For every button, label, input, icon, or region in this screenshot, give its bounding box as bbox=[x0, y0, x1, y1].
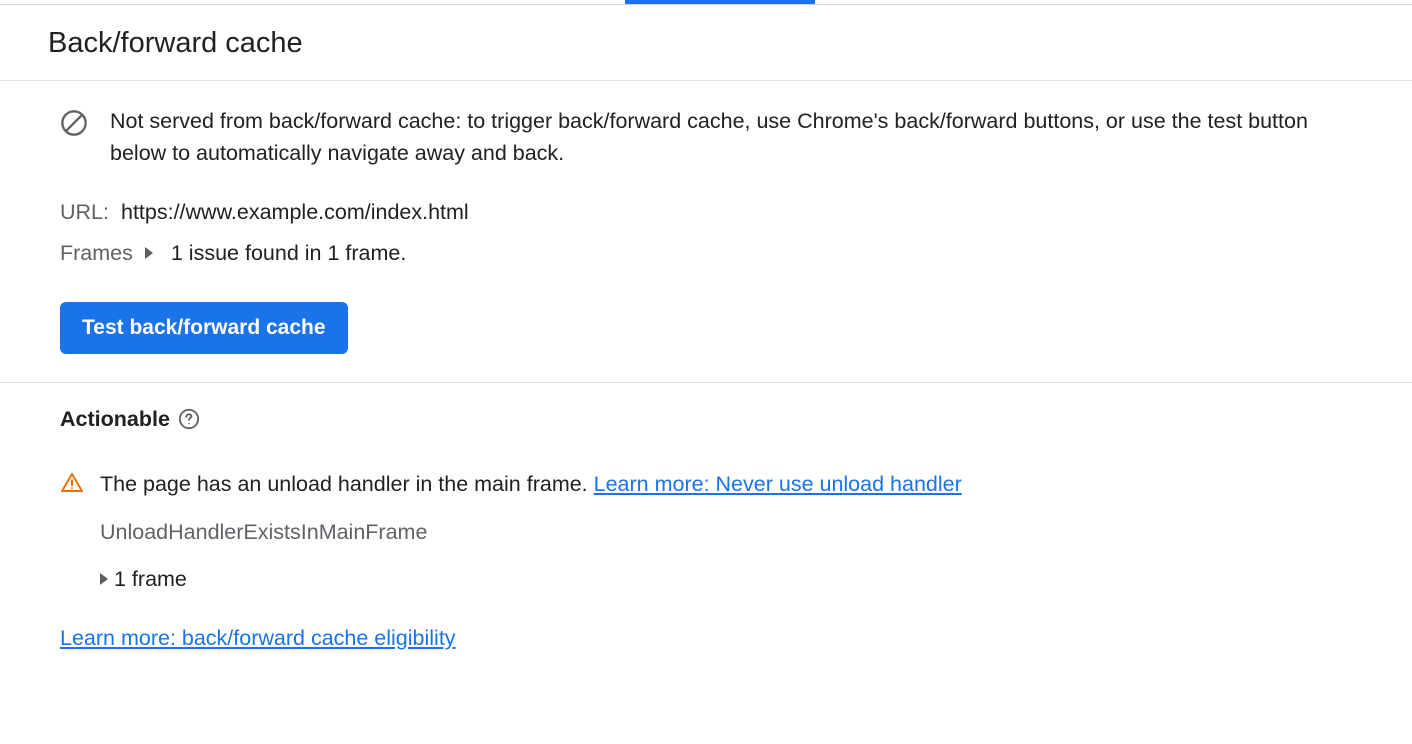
panel-title: Back/forward cache bbox=[48, 27, 1364, 60]
frames-label: Frames bbox=[60, 241, 133, 266]
status-message: Not served from back/forward cache: to t… bbox=[110, 105, 1352, 170]
frames-summary: 1 issue found in 1 frame. bbox=[171, 241, 406, 266]
test-bfcache-button[interactable]: Test back/forward cache bbox=[60, 302, 348, 354]
url-value: https://www.example.com/index.html bbox=[121, 200, 469, 225]
disclosure-triangle-icon[interactable] bbox=[145, 247, 153, 259]
learn-more-bfcache-link[interactable]: Learn more: back/forward cache eligibili… bbox=[60, 626, 456, 650]
url-label: URL: bbox=[60, 200, 109, 225]
frame-count-label: 1 frame bbox=[114, 567, 187, 592]
help-icon[interactable] bbox=[178, 408, 200, 430]
warning-icon bbox=[60, 471, 84, 501]
status-section: Not served from back/forward cache: to t… bbox=[0, 81, 1412, 383]
actionable-heading: Actionable bbox=[60, 407, 170, 432]
not-allowed-icon bbox=[60, 109, 88, 143]
disclosure-triangle-icon[interactable] bbox=[100, 573, 108, 585]
issue-row: The page has an unload handler in the ma… bbox=[60, 468, 1352, 592]
issue-message-text: The page has an unload handler in the ma… bbox=[100, 472, 594, 496]
issue-reason-code: UnloadHandlerExistsInMainFrame bbox=[100, 520, 1352, 545]
learn-more-unload-link[interactable]: Learn more: Never use unload handler bbox=[594, 472, 962, 496]
url-row: URL: https://www.example.com/index.html bbox=[60, 200, 1352, 225]
panel-header: Back/forward cache bbox=[0, 5, 1412, 81]
frames-row: Frames 1 issue found in 1 frame. bbox=[60, 241, 1352, 266]
actionable-section: Actionable The page has an unload bbox=[0, 383, 1412, 679]
